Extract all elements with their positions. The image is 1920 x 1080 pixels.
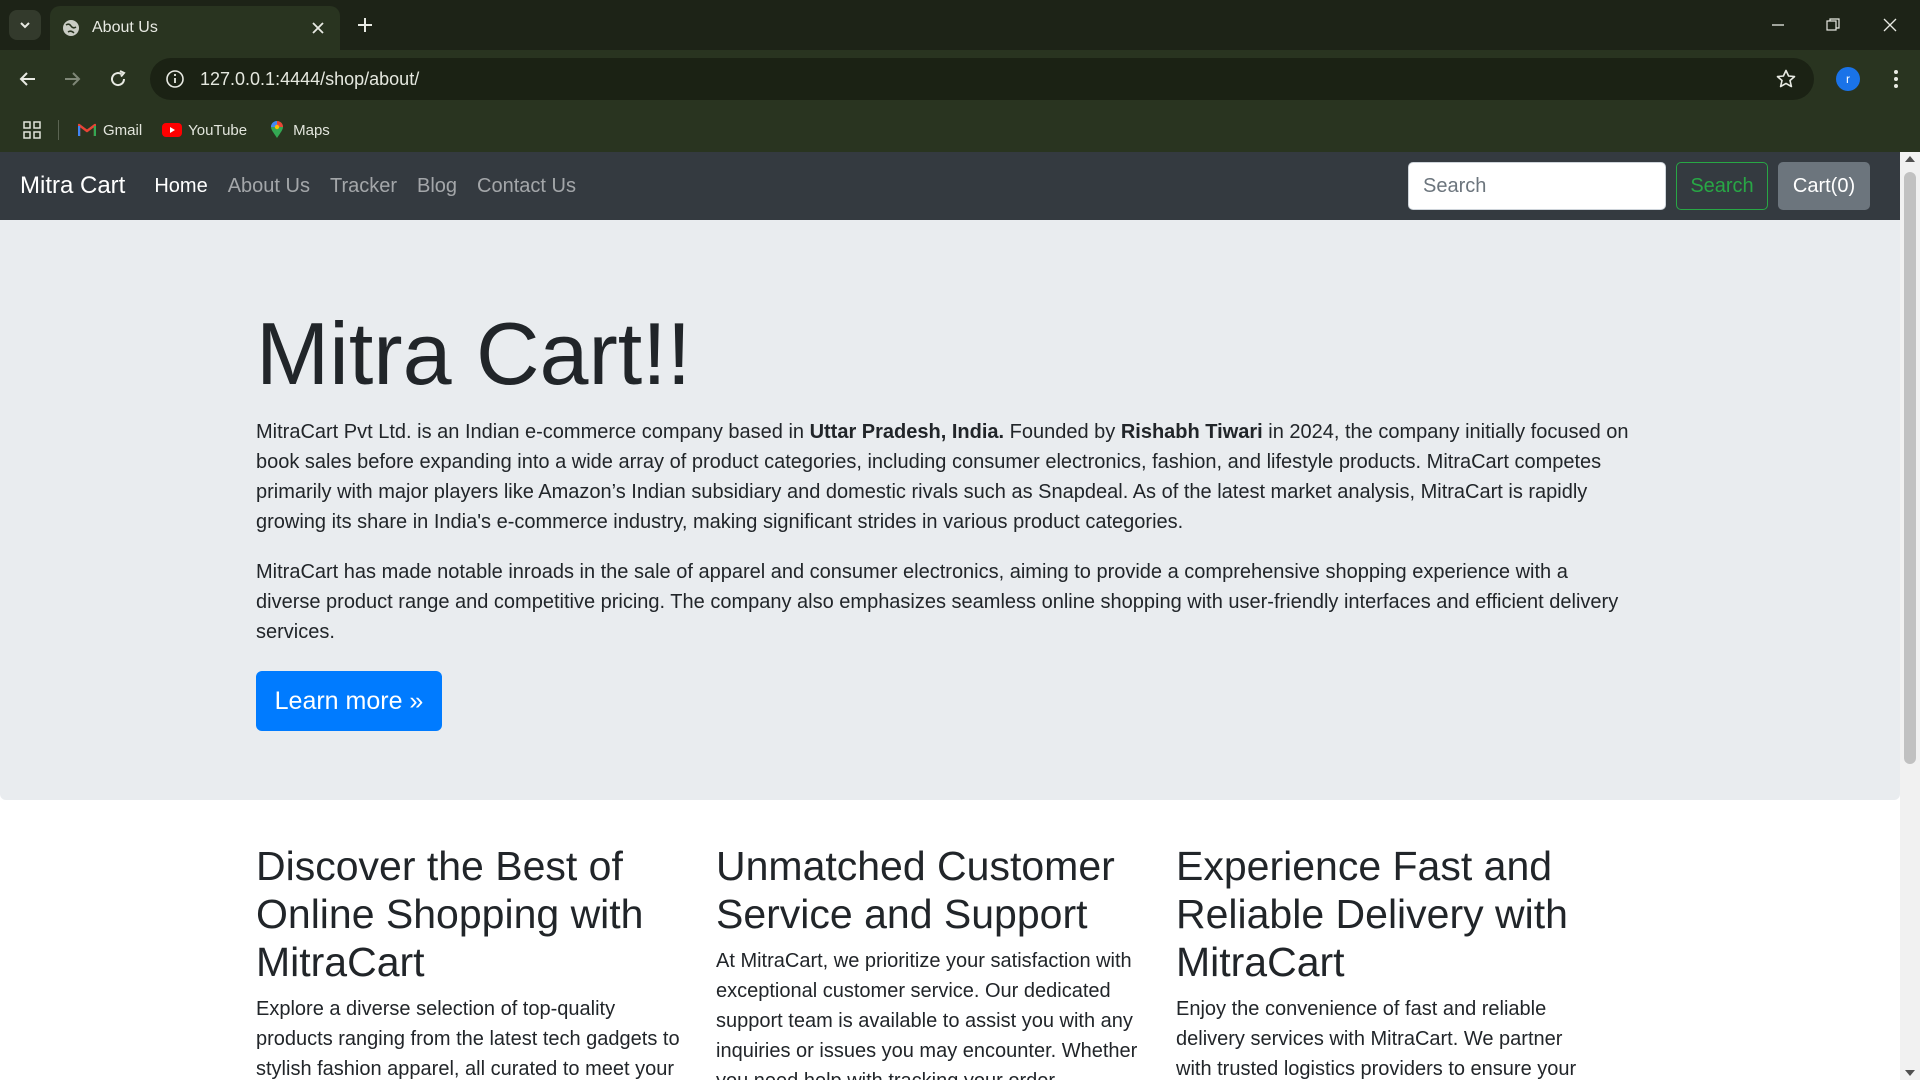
hero-content: Mitra Cart!! MitraCart Pvt Ltd. is an In… (256, 305, 1636, 731)
chevron-down-icon (20, 22, 30, 29)
scroll-up-arrow-icon[interactable] (1905, 156, 1915, 162)
feature-columns: Discover the Best of Online Shopping wit… (256, 842, 1636, 1080)
brand-logo[interactable]: Mitra Cart (20, 172, 125, 200)
feature-text: Enjoy the convenience of fast and reliab… (1176, 998, 1577, 1080)
nav-link-contact-us[interactable]: Contact Us (477, 175, 576, 198)
close-icon[interactable] (308, 18, 328, 38)
site-navbar: Mitra Cart Home About Us Tracker Blog Co… (0, 152, 1900, 220)
bookmark-label: YouTube (188, 121, 248, 139)
hero-title: Mitra Cart!! (256, 304, 692, 403)
learn-more-button[interactable]: Learn more » (256, 671, 442, 731)
globe-icon (62, 19, 80, 37)
restore-icon (1826, 18, 1840, 31)
page-scrollbar[interactable] (1900, 152, 1920, 1080)
arrow-right-icon (65, 72, 81, 86)
back-button[interactable] (12, 63, 44, 95)
browser-menu-button[interactable] (1880, 63, 1912, 95)
bookmark-star-icon[interactable] (1766, 59, 1806, 99)
intro-text: Founded by (1004, 421, 1121, 443)
intro-text: MitraCart Pvt Ltd. is an Indian e-commer… (256, 421, 810, 443)
url-text: 127.0.0.1:4444/shop/about/ (200, 68, 420, 89)
maps-icon (267, 121, 287, 139)
site-info-icon[interactable] (154, 58, 196, 100)
cart-button[interactable]: Cart(0) (1778, 162, 1870, 210)
more-vertical-icon (1894, 70, 1898, 88)
feature-text: Explore a diverse selection of top-quali… (256, 998, 680, 1080)
address-bar[interactable]: 127.0.0.1:4444/shop/about/ (150, 58, 1814, 100)
bookmark-label: Maps (293, 121, 330, 139)
minimize-button[interactable] (1765, 12, 1791, 38)
tab-title: About Us (92, 19, 158, 36)
new-tab-button[interactable] (352, 12, 378, 38)
profile-avatar[interactable]: r (1836, 67, 1860, 91)
hero-jumbotron: Mitra Cart!! MitraCart Pvt Ltd. is an In… (0, 220, 1900, 800)
bookmarks-divider (58, 120, 59, 140)
scrollbar-thumb[interactable] (1904, 172, 1916, 764)
bookmark-maps[interactable]: Maps (267, 121, 330, 139)
bookmark-label: Gmail (103, 121, 143, 139)
reload-icon (111, 70, 126, 87)
feature-heading: Unmatched Customer Service and Support (716, 843, 1115, 937)
feature-text: At MitraCart, we prioritize your satisfa… (716, 950, 1138, 1080)
browser-toolbar: 127.0.0.1:4444/shop/about/ r (0, 50, 1920, 108)
arrow-left-icon (19, 72, 35, 86)
nav-link-blog[interactable]: Blog (417, 175, 457, 198)
restore-button[interactable] (1820, 12, 1846, 38)
window-close-button[interactable] (1877, 12, 1903, 38)
hero-paragraph-intro: MitraCart Pvt Ltd. is an Indian e-commer… (256, 417, 1636, 537)
intro-founder: Rishabh Tiwari (1120, 421, 1263, 443)
feature-column: Unmatched Customer Service and Support A… (716, 842, 1141, 1080)
bookmarks-bar: Gmail YouTube Maps (0, 108, 1920, 152)
scroll-down-arrow-icon[interactable] (1905, 1070, 1915, 1076)
forward-button[interactable] (56, 63, 88, 95)
nav-link-tracker[interactable]: Tracker (330, 175, 397, 198)
nav-link-home[interactable]: Home (154, 175, 207, 198)
browser-tab[interactable]: About Us (50, 6, 340, 50)
gmail-icon (77, 121, 97, 139)
tab-search-dropdown[interactable] (9, 10, 41, 40)
feature-heading: Discover the Best of Online Shopping wit… (256, 843, 644, 985)
intro-location: Uttar Pradesh, India. (809, 421, 1005, 443)
reload-button[interactable] (102, 63, 134, 95)
feature-column: Experience Fast and Reliable Delivery wi… (1176, 842, 1601, 1080)
nav-link-about-us[interactable]: About Us (228, 175, 310, 198)
close-icon (1883, 18, 1897, 32)
search-input[interactable] (1408, 162, 1666, 210)
page-viewport: Mitra Cart Home About Us Tracker Blog Co… (0, 152, 1920, 1080)
apps-grid-icon[interactable] (20, 118, 44, 142)
plus-icon (358, 18, 372, 32)
hero-paragraph-secondary: MitraCart has made notable inroads in th… (256, 561, 1619, 643)
bookmark-gmail[interactable]: Gmail (77, 121, 142, 139)
search-button[interactable]: Search (1676, 162, 1768, 210)
bookmark-youtube[interactable]: YouTube (162, 121, 247, 139)
feature-heading: Experience Fast and Reliable Delivery wi… (1176, 843, 1568, 985)
browser-tab-bar: About Us (0, 0, 1920, 50)
feature-column: Discover the Best of Online Shopping wit… (256, 842, 681, 1080)
minimize-icon (1772, 24, 1784, 26)
youtube-icon (162, 121, 183, 139)
